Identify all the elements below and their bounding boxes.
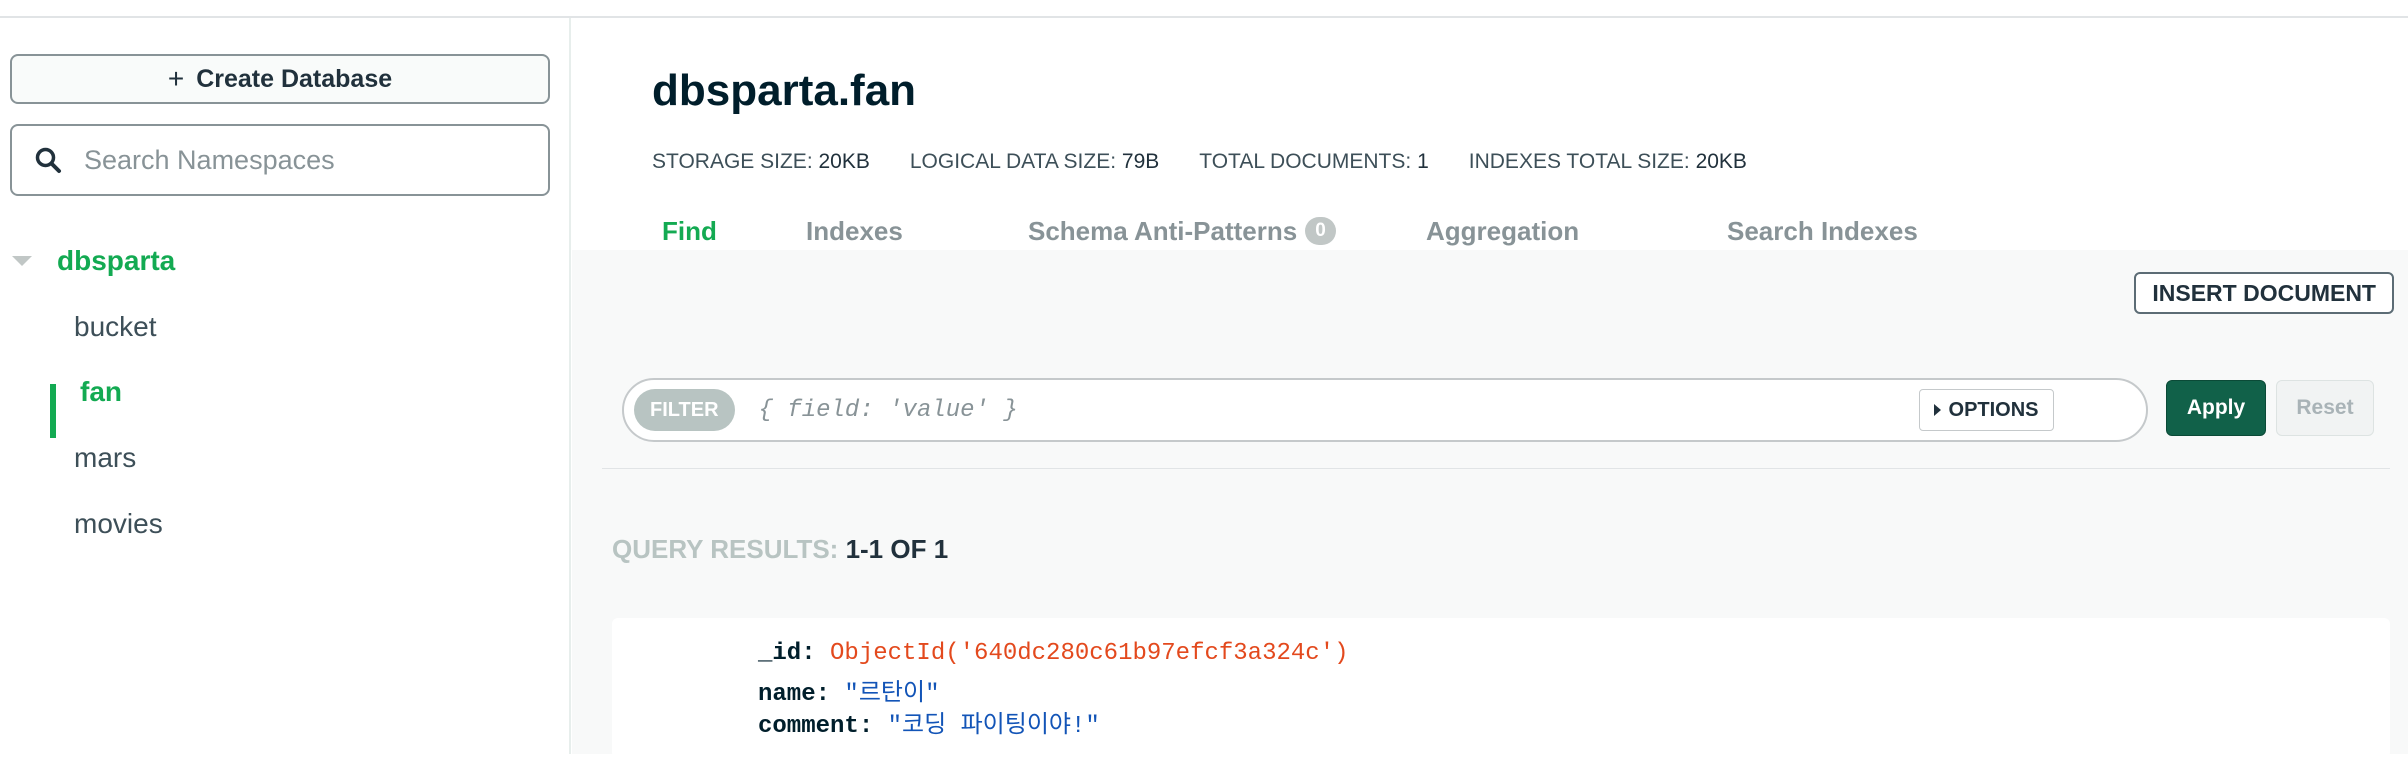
document-card[interactable]: _id: ObjectId('640dc280c61b97efcf3a324c'…: [612, 618, 2390, 758]
collection-item-bucket[interactable]: bucket: [74, 302, 157, 352]
collection-stats: STORAGE SIZE: 20KB LOGICAL DATA SIZE: 79…: [652, 150, 1747, 174]
caret-right-icon: [1933, 404, 1941, 416]
stat-indexes-total-size: INDEXES TOTAL SIZE: 20KB: [1469, 150, 1747, 174]
collection-item-movies[interactable]: movies: [74, 499, 163, 549]
query-results-label: QUERY RESULTS:: [612, 534, 839, 564]
search-namespaces-field[interactable]: [10, 124, 550, 196]
stat-logical-data-size: LOGICAL DATA SIZE: 79B: [910, 150, 1159, 174]
stat-label: TOTAL DOCUMENTS:: [1199, 150, 1412, 173]
options-label: OPTIONS: [1948, 399, 2039, 421]
create-database-label: Create Database: [196, 64, 393, 93]
stat-label: STORAGE SIZE:: [652, 150, 813, 173]
create-database-button[interactable]: + Create Database: [10, 54, 550, 104]
apply-button[interactable]: Apply: [2166, 380, 2266, 436]
insert-document-button[interactable]: INSERT DOCUMENT: [2134, 272, 2394, 314]
search-icon: [12, 146, 84, 174]
query-results-count: 1-1 OF 1: [845, 534, 949, 564]
sidebar: + Create Database dbsparta bucket fan ma…: [0, 18, 571, 754]
query-results-summary: QUERY RESULTS: 1-1 OF 1: [612, 534, 948, 565]
filter-bar: FILTER { field: 'value' } OPTIONS: [622, 378, 2148, 442]
collection-view: dbsparta.fan STORAGE SIZE: 20KB LOGICAL …: [572, 18, 2408, 758]
plus-icon: +: [167, 63, 185, 94]
stat-label: LOGICAL DATA SIZE:: [909, 150, 1117, 173]
tab-schema-anti-patterns-label: Schema Anti-Patterns: [1028, 215, 1298, 246]
page-title: dbsparta.fan: [652, 66, 917, 115]
stat-value: 20KB: [1695, 150, 1747, 173]
options-button[interactable]: OPTIONS: [1918, 389, 2054, 431]
filter-label: FILTER: [634, 389, 735, 431]
field-key: _id:: [758, 640, 816, 667]
caret-down-icon[interactable]: [12, 256, 32, 266]
stat-value: 1: [1417, 150, 1429, 173]
reset-button[interactable]: Reset: [2276, 380, 2374, 436]
find-panel: INSERT DOCUMENT FILTER { field: 'value' …: [572, 250, 2408, 758]
active-collection-indicator: [50, 384, 56, 438]
document-field-id: _id: ObjectId('640dc280c61b97efcf3a324c'…: [758, 640, 1349, 667]
anti-patterns-count-badge: 0: [1305, 217, 1336, 245]
collection-item-mars[interactable]: mars: [74, 433, 136, 483]
search-namespaces-input[interactable]: [84, 144, 524, 176]
stat-value: 79B: [1121, 150, 1160, 173]
stat-total-documents: TOTAL DOCUMENTS: 1: [1199, 150, 1429, 174]
stat-label: INDEXES TOTAL SIZE:: [1468, 150, 1690, 173]
field-key: comment:: [758, 713, 874, 740]
document-field-name: name: "르탄이": [758, 672, 939, 708]
divider: [602, 468, 2390, 469]
collection-item-fan[interactable]: fan: [80, 367, 122, 417]
stat-storage-size: STORAGE SIZE: 20KB: [652, 150, 870, 174]
stat-value: 20KB: [818, 150, 870, 173]
database-item-dbsparta[interactable]: dbsparta: [0, 236, 568, 286]
database-name: dbsparta: [57, 245, 176, 276]
field-value: ObjectId('640dc280c61b97efcf3a324c'): [830, 640, 1349, 667]
field-value: "코딩 파이팅이야!": [887, 713, 1100, 740]
filter-input[interactable]: { field: 'value' }: [759, 397, 1919, 424]
document-field-comment: comment: "코딩 파이팅이야!": [758, 704, 1100, 740]
